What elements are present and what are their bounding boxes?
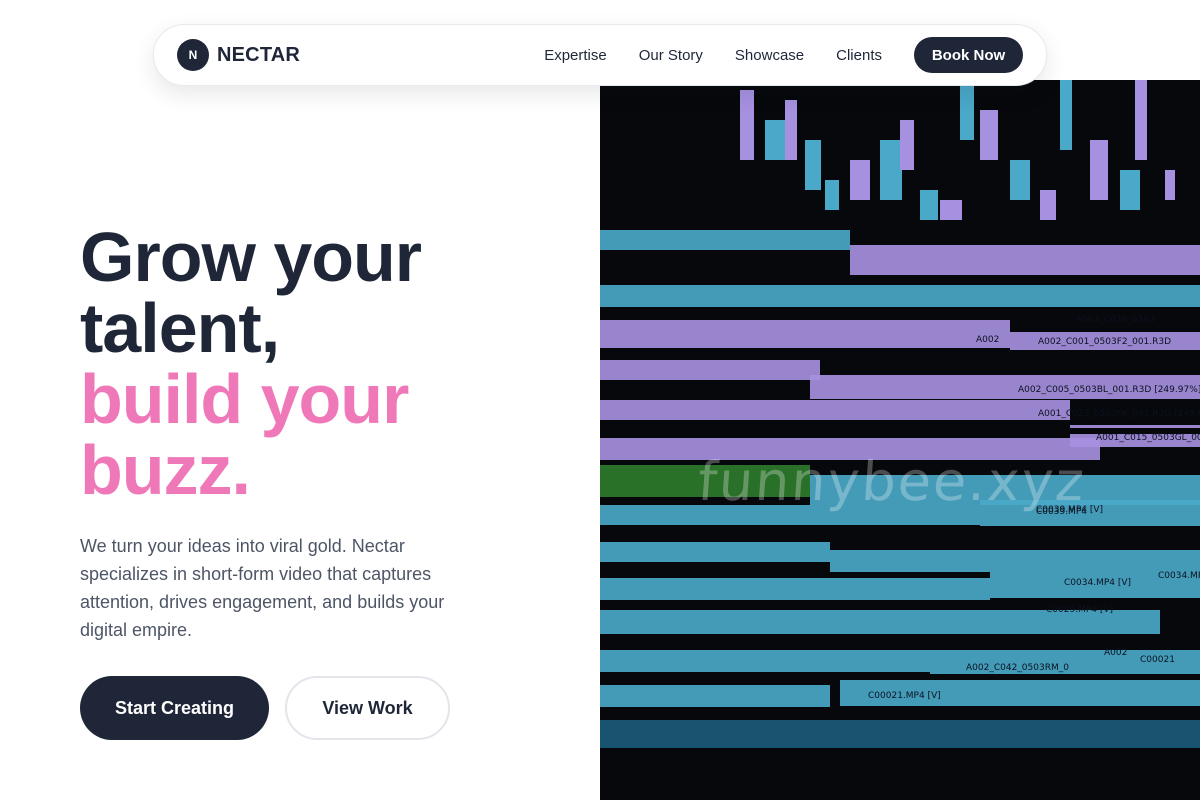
timeline-clip	[850, 245, 1200, 275]
hero-title-line-1: Grow your	[80, 218, 422, 296]
timeline-clip-label: C0034.MP4	[1158, 571, 1200, 581]
nav-link-showcase[interactable]: Showcase	[735, 47, 804, 64]
timeline-clip	[600, 230, 850, 250]
hero-video-timeline-image: A002_C038_0503 A002 A002_C001_0503F2_001.R…	[600, 80, 1200, 800]
timeline-clip	[900, 120, 914, 170]
timeline-clip-label: C0029.MP4 [V]	[1046, 605, 1113, 615]
timeline-illustration: A002_C038_0503 A002 A002_C001_0503F2_001.R…	[600, 80, 1200, 748]
hero-title: Grow your talent, build your buzz.	[80, 222, 580, 506]
timeline-clip	[850, 160, 870, 200]
timeline-clip	[1060, 80, 1072, 150]
timeline-clip	[600, 360, 820, 380]
view-work-button[interactable]: View Work	[285, 676, 450, 740]
top-navigation: N NECTAR Expertise Our Story Showcase Cl…	[153, 24, 1047, 86]
timeline-clip	[600, 320, 1010, 348]
nav-link-our-story[interactable]: Our Story	[639, 47, 703, 64]
timeline-clip-label: A002_C001_0503F2_001.R3D	[1038, 337, 1171, 347]
timeline-clip	[600, 400, 1070, 420]
timeline-clip	[600, 650, 930, 672]
timeline-clip-label: A002_C005_0503BL_001.R3D [249.97%]	[1018, 385, 1200, 395]
hero-title-line-3: build your	[80, 360, 409, 438]
image-watermark: funnybee.xyz	[695, 450, 1088, 513]
nav-links: Expertise Our Story Showcase Clients Boo…	[544, 37, 1023, 73]
timeline-clip	[1120, 170, 1140, 210]
timeline-clip	[785, 100, 797, 160]
timeline-clip	[880, 140, 902, 200]
timeline-clip	[1010, 160, 1030, 200]
hero-title-line-2: talent,	[80, 289, 280, 367]
timeline-clip	[600, 285, 1200, 307]
timeline-clip	[805, 140, 821, 190]
nav-link-expertise[interactable]: Expertise	[544, 47, 607, 64]
timeline-clip	[765, 120, 785, 160]
timeline-clip-label: A001_C015_0503GL_001.R	[1096, 433, 1200, 443]
timeline-clip	[1040, 190, 1056, 220]
timeline-clip	[600, 578, 990, 600]
book-now-button[interactable]: Book Now	[914, 37, 1023, 73]
timeline-clip	[600, 542, 830, 562]
timeline-clip	[740, 90, 754, 160]
logo-text[interactable]: NECTAR	[217, 44, 300, 67]
hero-title-line-4: buzz.	[80, 431, 251, 509]
timeline-clip-label: A002	[1104, 648, 1127, 658]
timeline-clip	[830, 550, 1200, 572]
timeline-clip	[825, 180, 839, 210]
timeline-clip	[600, 640, 1200, 648]
logo-mark[interactable]: N	[177, 39, 209, 71]
start-creating-button[interactable]: Start Creating	[80, 676, 269, 740]
timeline-clip-label: C0034.MP4 [V]	[1064, 578, 1131, 588]
timeline-clip	[600, 720, 1200, 748]
timeline-clip-label: A002_C038_0503	[1076, 315, 1155, 325]
timeline-clip-label: C00021.MP4 [V]	[868, 691, 941, 701]
timeline-clip-label: A002	[976, 335, 999, 345]
nav-link-clients[interactable]: Clients	[836, 47, 882, 64]
timeline-clip	[1135, 80, 1147, 160]
timeline-clip-label: A001_C023_0503FK_001.R3D [249.98%]	[1038, 409, 1200, 419]
timeline-clip	[920, 190, 938, 220]
timeline-clip-label: C00021	[1140, 655, 1175, 665]
timeline-clip	[940, 200, 962, 220]
timeline-clip	[600, 710, 1200, 716]
timeline-clip	[1165, 170, 1175, 200]
timeline-clip	[600, 532, 1200, 540]
hero-description: We turn your ideas into viral gold. Nect…	[80, 536, 445, 640]
timeline-clip-label: A002_C042_0503RM_0	[966, 663, 1069, 673]
timeline-clip	[600, 350, 1200, 356]
timeline-clip	[1090, 140, 1108, 200]
timeline-clip	[980, 110, 998, 160]
timeline-clip	[600, 685, 830, 707]
timeline-clip	[960, 80, 974, 140]
